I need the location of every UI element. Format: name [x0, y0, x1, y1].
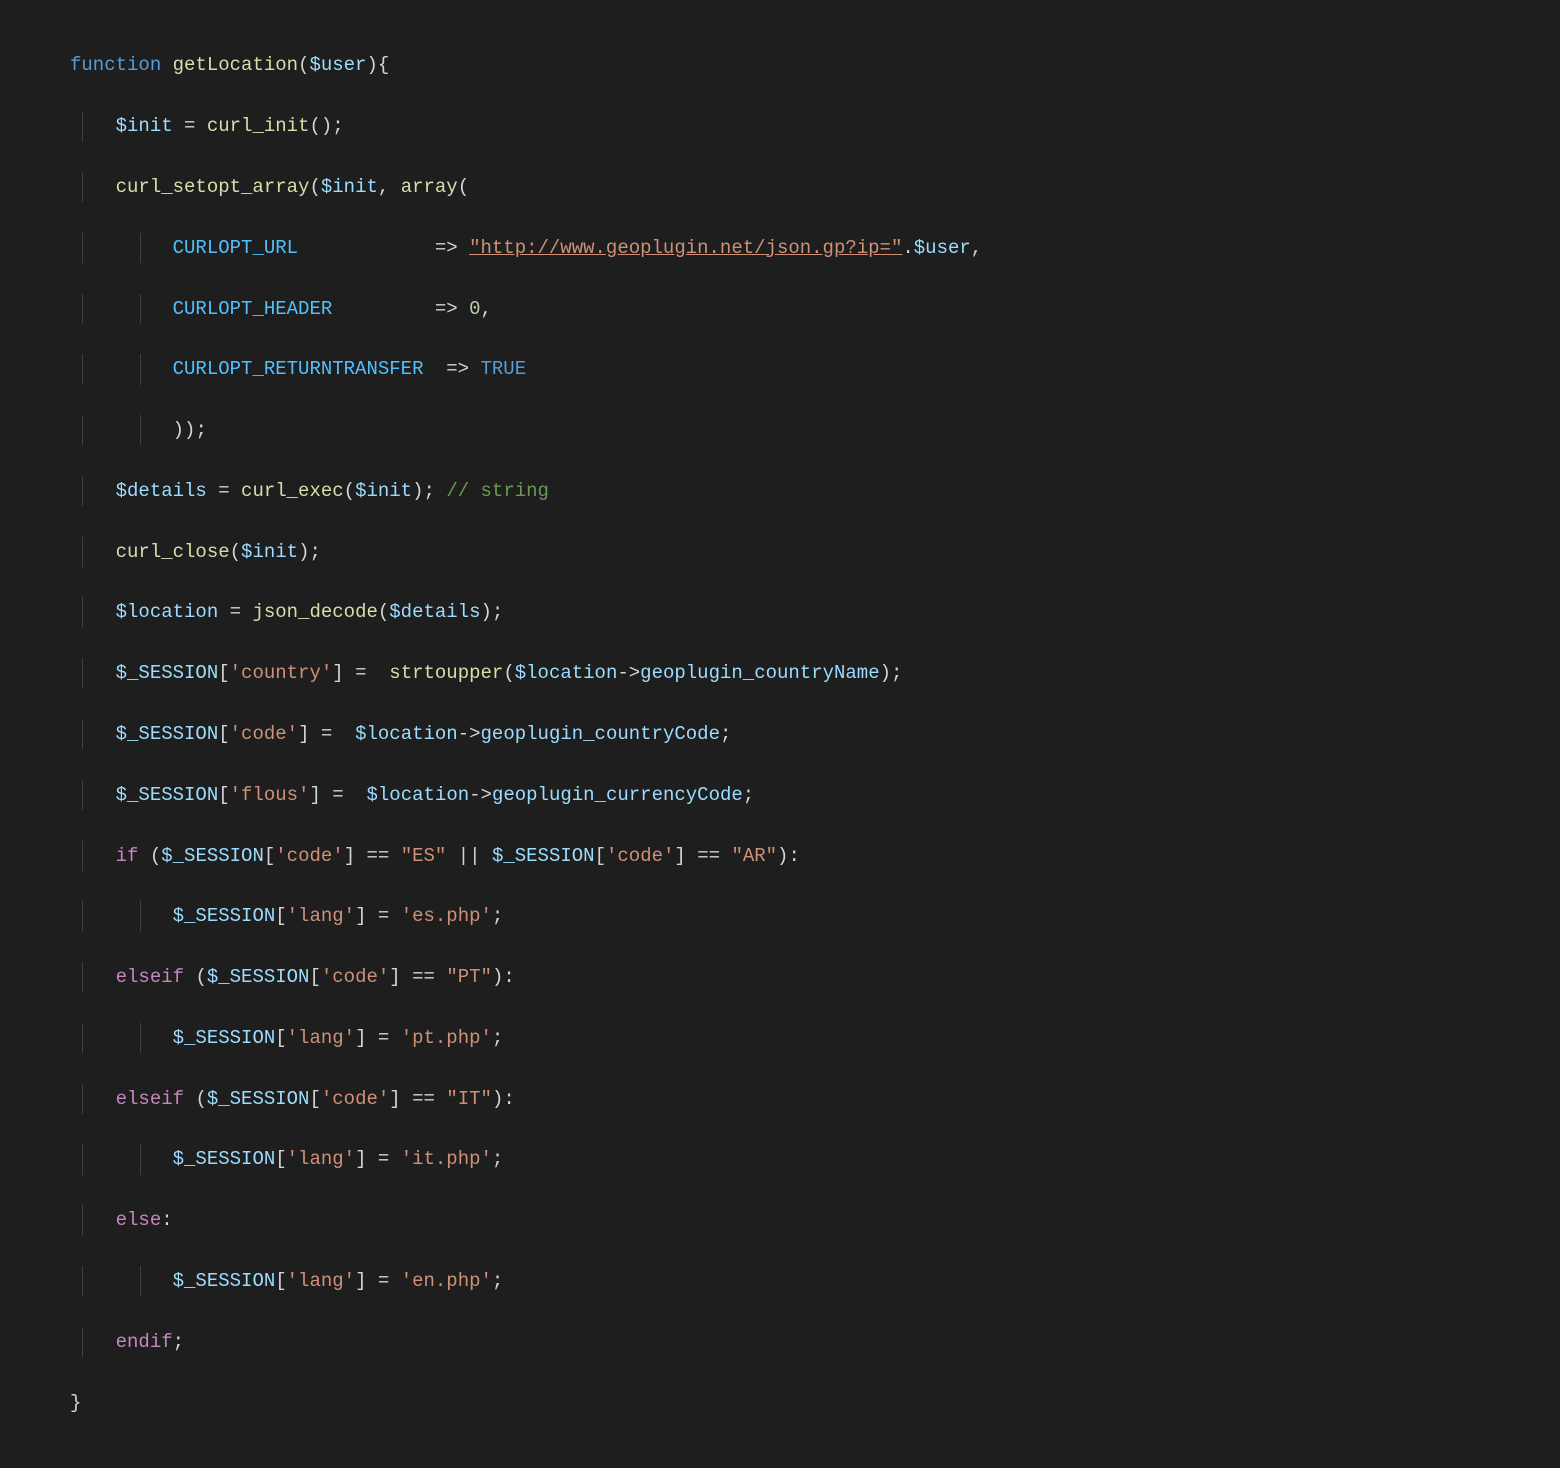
code-line: elseif ($_SESSION['code'] == "IT"): — [0, 1084, 1560, 1114]
code-line: $_SESSION['lang'] = 'it.php'; — [0, 1144, 1560, 1174]
code-line: } — [0, 1388, 1560, 1418]
string-url: "http://www.geoplugin.net/json.gp?ip=" — [469, 237, 902, 259]
constant: CURLOPT_RETURNTRANSFER — [173, 358, 424, 380]
code-line: $details = curl_exec($init); // string — [0, 476, 1560, 506]
number: 0 — [469, 298, 480, 320]
comment: // string — [446, 480, 549, 502]
keyword-if: if — [116, 845, 139, 867]
code-line: $_SESSION['lang'] = 'pt.php'; — [0, 1023, 1560, 1053]
code-line: $_SESSION['lang'] = 'es.php'; — [0, 901, 1560, 931]
keyword-elseif: elseif — [116, 1088, 184, 1110]
code-line: curl_setopt_array($init, array( — [0, 172, 1560, 202]
code-line: endif; — [0, 1327, 1560, 1357]
code-line: $location = json_decode($details); — [0, 597, 1560, 627]
variable: $location — [116, 601, 219, 623]
code-line: CURLOPT_RETURNTRANSFER => TRUE — [0, 354, 1560, 384]
function-call: curl_exec — [241, 480, 344, 502]
code-line: )); — [0, 415, 1560, 445]
function-call: curl_close — [116, 541, 230, 563]
keyword-endif: endif — [116, 1331, 173, 1353]
code-line: $_SESSION['code'] = $location->geoplugin… — [0, 719, 1560, 749]
code-line: else: — [0, 1205, 1560, 1235]
keyword-else: else — [116, 1209, 162, 1231]
code-line: CURLOPT_HEADER => 0, — [0, 294, 1560, 324]
parameter: $user — [309, 54, 366, 76]
constant: CURLOPT_HEADER — [173, 298, 333, 320]
property: geoplugin_countryName — [640, 662, 879, 684]
constant: CURLOPT_URL — [173, 237, 298, 259]
function-call: json_decode — [252, 601, 377, 623]
function-name: getLocation — [173, 54, 298, 76]
function-call: curl_setopt_array — [116, 176, 310, 198]
code-line: $_SESSION['country'] = strtoupper($locat… — [0, 658, 1560, 688]
code-line: if ($_SESSION['code'] == "ES" || $_SESSI… — [0, 841, 1560, 871]
keyword-function: function — [70, 54, 161, 76]
code-line: elseif ($_SESSION['code'] == "PT"): — [0, 962, 1560, 992]
boolean: TRUE — [481, 358, 527, 380]
code-line: $_SESSION['flous'] = $location->geoplugi… — [0, 780, 1560, 810]
property: geoplugin_currencyCode — [492, 784, 743, 806]
code-line: $_SESSION['lang'] = 'en.php'; — [0, 1266, 1560, 1296]
property: geoplugin_countryCode — [481, 723, 720, 745]
variable: $init — [116, 115, 173, 137]
variable: $details — [116, 480, 207, 502]
function-call: strtoupper — [389, 662, 503, 684]
function-call: array — [401, 176, 458, 198]
keyword-elseif: elseif — [116, 966, 184, 988]
code-line: CURLOPT_URL => "http://www.geoplugin.net… — [0, 233, 1560, 263]
code-line: $init = curl_init(); — [0, 111, 1560, 141]
code-editor[interactable]: function getLocation($user){ $init = cur… — [0, 0, 1560, 1468]
variable: $_SESSION — [116, 662, 219, 684]
function-call: curl_init — [207, 115, 310, 137]
code-line: function getLocation($user){ — [0, 50, 1560, 80]
code-line: curl_close($init); — [0, 537, 1560, 567]
